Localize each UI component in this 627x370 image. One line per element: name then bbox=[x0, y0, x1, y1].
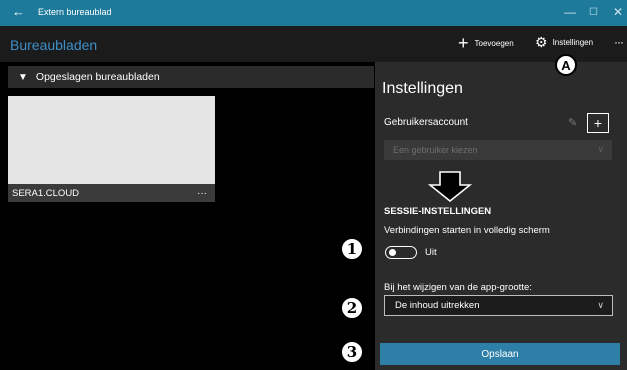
desktop-name: SERA1.CLOUD bbox=[12, 187, 80, 199]
back-arrow-icon[interactable]: ← bbox=[12, 5, 25, 19]
add-user-account-button[interactable]: + bbox=[587, 113, 609, 133]
save-button[interactable]: Opslaan bbox=[380, 343, 620, 365]
plus-icon: + bbox=[458, 33, 469, 53]
more-options-button[interactable]: ··· bbox=[614, 35, 624, 49]
session-settings-title: SESSIE-INSTELLINGEN bbox=[384, 206, 492, 217]
window-title: Extern bureaublad bbox=[38, 7, 112, 17]
user-account-placeholder: Een gebruiker kiezen bbox=[393, 145, 478, 155]
settings-pane: Instellingen Gebruikersaccount ✎ + Een g… bbox=[375, 62, 627, 370]
settings-heading: Instellingen bbox=[382, 80, 463, 97]
minimize-button[interactable]: — bbox=[564, 5, 576, 19]
fullscreen-toggle[interactable] bbox=[385, 246, 417, 259]
plus-icon: + bbox=[593, 115, 603, 131]
down-arrow-icon bbox=[428, 171, 472, 203]
desktop-tile-bar: SERA1.CLOUD ··· bbox=[8, 184, 215, 202]
fullscreen-toggle-state: Uit bbox=[425, 247, 437, 258]
chevron-down-icon: ∨ bbox=[597, 144, 604, 154]
settings-button[interactable]: ⚙ Instellingen bbox=[535, 35, 593, 49]
resize-behavior-select[interactable]: De inhoud uitrekken ∨ bbox=[384, 295, 613, 316]
fullscreen-label: Verbindingen starten in volledig scherm bbox=[384, 225, 550, 236]
callout-2: 2 bbox=[340, 296, 364, 320]
chevron-down-icon: ▼ bbox=[18, 71, 28, 83]
maximize-button[interactable]: ☐ bbox=[589, 6, 598, 20]
title-bar: ← Extern bureaublad — ☐ ✕ bbox=[0, 0, 627, 26]
callout-3: 3 bbox=[340, 340, 364, 364]
gear-icon: ⚙ bbox=[535, 34, 548, 50]
close-button[interactable]: ✕ bbox=[613, 5, 623, 19]
resize-behavior-value: De inhoud uitrekken bbox=[395, 300, 480, 311]
settings-button-label: Instellingen bbox=[552, 37, 594, 47]
saved-desktops-group-header[interactable]: ▼ Opgeslagen bureaubladen bbox=[8, 66, 374, 88]
user-account-select[interactable]: Een gebruiker kiezen ∨ bbox=[384, 140, 612, 160]
callout-1: 1 bbox=[340, 237, 364, 261]
group-header-label: Opgeslagen bureaubladen bbox=[35, 71, 160, 83]
callout-a: A bbox=[555, 54, 577, 76]
chevron-down-icon: ∨ bbox=[597, 300, 604, 310]
desktop-thumbnail[interactable] bbox=[8, 96, 215, 184]
add-button[interactable]: + Toevoegen bbox=[458, 34, 514, 52]
toggle-knob bbox=[389, 249, 396, 256]
desktop-tile[interactable]: SERA1.CLOUD ··· bbox=[8, 96, 215, 202]
add-button-label: Toevoegen bbox=[474, 38, 514, 48]
resize-behavior-label: Bij het wijzigen van de app-grootte: bbox=[384, 282, 532, 293]
app-bar: Bureaubladen + Toevoegen ⚙ Instellingen … bbox=[0, 26, 627, 62]
desktop-more-button[interactable]: ··· bbox=[197, 188, 207, 199]
user-account-label: Gebruikersaccount bbox=[384, 117, 468, 128]
desktops-area: ▼ Opgeslagen bureaubladen SERA1.CLOUD ··… bbox=[8, 62, 374, 370]
pencil-icon[interactable]: ✎ bbox=[568, 116, 577, 129]
page-title: Bureaubladen bbox=[10, 37, 98, 53]
